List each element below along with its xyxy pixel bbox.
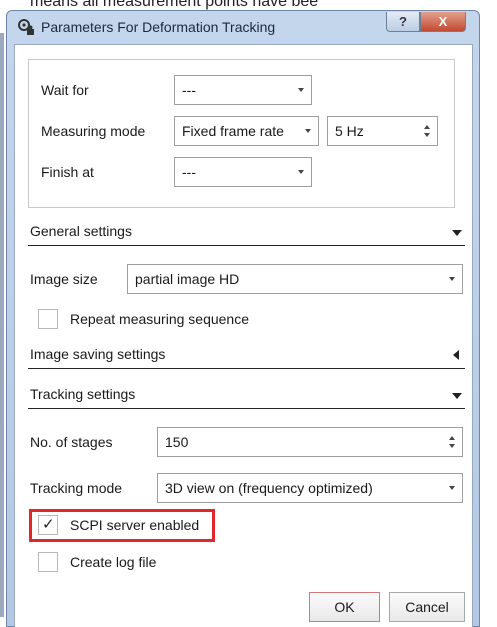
image-saving-header[interactable]: Image saving settings xyxy=(28,343,465,369)
spin-down-icon[interactable] xyxy=(449,444,455,448)
image-size-value: partial image HD xyxy=(135,271,240,287)
finish-at-label: Finish at xyxy=(41,164,94,180)
background-scrollbar xyxy=(0,33,4,617)
image-size-dropdown[interactable]: partial image HD xyxy=(127,264,463,294)
ok-button[interactable]: OK xyxy=(309,592,380,622)
chevron-down-icon xyxy=(305,129,311,133)
wait-for-label: Wait for xyxy=(41,82,89,98)
frame-rate-value: 5 Hz xyxy=(335,123,364,139)
general-settings-header[interactable]: General settings xyxy=(28,220,465,246)
gear-person-icon xyxy=(18,19,34,35)
measuring-mode-dropdown[interactable]: Fixed frame rate xyxy=(174,116,319,146)
general-settings-title: General settings xyxy=(30,223,132,239)
frame-rate-spinner[interactable]: 5 Hz xyxy=(327,116,438,146)
cancel-button[interactable]: Cancel xyxy=(389,592,465,622)
finish-at-value: --- xyxy=(182,164,196,180)
expand-arrow-icon[interactable] xyxy=(453,350,459,360)
measuring-mode-label: Measuring mode xyxy=(41,123,146,139)
chevron-down-icon xyxy=(449,486,455,490)
dialog-content: Wait for --- Measuring mode Fixed frame … xyxy=(14,44,473,627)
collapse-arrow-icon[interactable] xyxy=(452,230,462,236)
tracking-mode-label: Tracking mode xyxy=(30,480,123,496)
wait-for-dropdown[interactable]: --- xyxy=(174,75,312,105)
log-file-checkbox[interactable] xyxy=(38,552,58,572)
stages-label: No. of stages xyxy=(30,434,113,450)
title-bar[interactable]: Parameters For Deformation Tracking ? X xyxy=(7,11,479,43)
help-button[interactable]: ? xyxy=(386,12,420,32)
finish-at-dropdown[interactable]: --- xyxy=(174,157,312,187)
stages-value: 150 xyxy=(165,434,189,450)
tracking-mode-dropdown[interactable]: 3D view on (frequency optimized) xyxy=(157,473,463,503)
image-size-label: Image size xyxy=(30,271,98,287)
chevron-down-icon xyxy=(298,170,304,174)
tracking-settings-header[interactable]: Tracking settings xyxy=(28,383,465,409)
checkmark-icon: ✓ xyxy=(42,516,55,533)
scpi-checkbox[interactable]: ✓ xyxy=(38,515,58,535)
window-title: Parameters For Deformation Tracking xyxy=(41,19,276,35)
collapse-arrow-icon[interactable] xyxy=(452,393,462,399)
tracking-settings-title: Tracking settings xyxy=(30,386,136,402)
log-file-label: Create log file xyxy=(70,554,157,570)
spin-up-icon[interactable] xyxy=(449,436,455,440)
tracking-mode-value: 3D view on (frequency optimized) xyxy=(165,480,373,496)
measuring-mode-value: Fixed frame rate xyxy=(182,123,284,139)
chevron-down-icon xyxy=(449,277,455,281)
spin-up-icon[interactable] xyxy=(424,125,430,129)
image-saving-title: Image saving settings xyxy=(30,346,166,362)
spin-down-icon[interactable] xyxy=(424,133,430,137)
chevron-down-icon xyxy=(298,88,304,92)
close-button[interactable]: X xyxy=(420,12,466,32)
stages-spinner[interactable]: 150 xyxy=(157,427,463,457)
repeat-checkbox[interactable] xyxy=(38,309,58,329)
repeat-label: Repeat measuring sequence xyxy=(70,311,250,327)
measurement-group: Wait for --- Measuring mode Fixed frame … xyxy=(28,59,455,208)
wait-for-value: --- xyxy=(182,82,196,98)
scpi-label: SCPI server enabled xyxy=(70,517,200,533)
dialog-window: Parameters For Deformation Tracking ? X … xyxy=(6,10,480,627)
